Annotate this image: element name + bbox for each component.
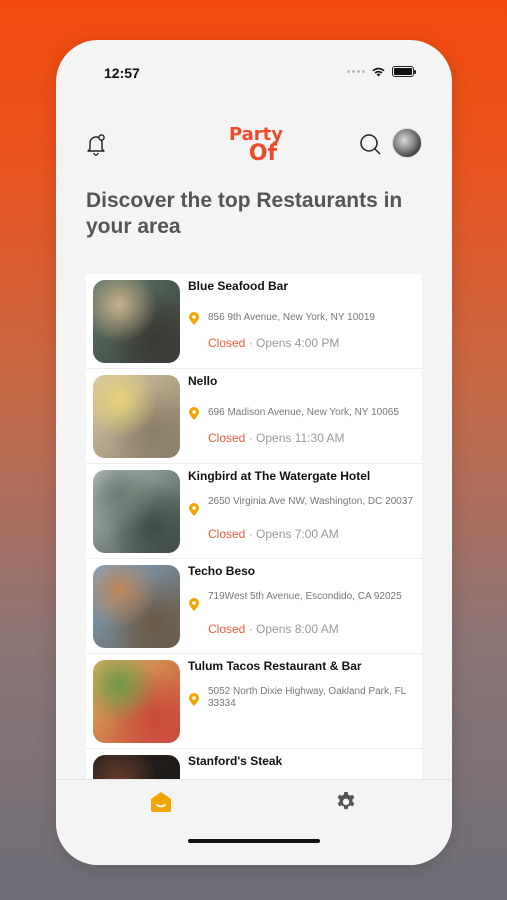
home-indicator — [188, 839, 320, 843]
restaurant-card[interactable]: Kingbird at The Watergate Hotel 2650 Virg… — [86, 464, 422, 559]
opening-hours: Closed · Opens 11:30 AM — [208, 431, 345, 445]
restaurant-photo — [93, 660, 180, 743]
status-closed: Closed — [208, 431, 246, 445]
logo-line-2: Of — [248, 141, 278, 166]
opening-hours: Closed · Opens 8:00 AM — [208, 622, 339, 636]
status-icons — [347, 66, 416, 77]
status-bar: 12:57 — [56, 62, 452, 84]
restaurant-name: Tulum Tacos Restaurant & Bar — [188, 659, 362, 673]
page-headline: Discover the top Restaurants in your are… — [86, 189, 403, 238]
battery-icon — [392, 66, 416, 77]
restaurant-address: 5052 North Dixie Highway, Oakland Park, … — [208, 686, 406, 709]
user-avatar[interactable] — [392, 128, 422, 158]
status-closed: Closed — [208, 336, 246, 350]
restaurant-name: Nello — [188, 374, 218, 388]
tab-bar — [56, 779, 452, 865]
wifi-icon — [372, 67, 385, 77]
opening-hours: Closed · Opens 4:00 PM — [208, 336, 339, 350]
opens-time: · Opens 8:00 AM — [248, 622, 339, 636]
app-header: Party Of — [56, 126, 452, 170]
restaurant-card[interactable]: Nello 696 Madison Avenue, New York, NY 10… — [86, 369, 422, 464]
opening-hours: Closed · Opens 7:00 AM — [208, 527, 339, 541]
restaurant-address: 856 9th Avenue, New York, NY 10019 — [208, 312, 375, 323]
status-closed: Closed — [208, 527, 246, 541]
status-closed: Closed — [208, 622, 246, 636]
restaurant-card[interactable]: Blue Seafood Bar 856 9th Avenue, New York… — [86, 274, 422, 369]
location-pin-icon — [189, 407, 199, 420]
restaurant-address: 2650 Virginia Ave NW, Washington, DC 200… — [208, 496, 413, 507]
restaurant-name: Blue Seafood Bar — [188, 279, 289, 293]
opens-time: · Opens 11:30 AM — [248, 431, 345, 445]
restaurant-card[interactable]: Tulum Tacos Restaurant & Bar 5052 North D… — [86, 654, 422, 749]
bell-icon[interactable] — [84, 132, 108, 156]
location-pin-icon — [189, 312, 199, 325]
opens-time: · Opens 7:00 AM — [248, 527, 339, 541]
signal-icon — [347, 70, 365, 73]
location-pin-icon — [189, 503, 199, 516]
phone-screen: 12:57 Party Of Discover the top Restaura — [56, 40, 452, 865]
restaurant-name: Kingbird at The Watergate Hotel — [188, 469, 371, 483]
restaurant-name: Techo Beso — [188, 564, 256, 578]
restaurant-address: 719West 5th Avenue, Escondido, CA 92025 — [208, 591, 402, 602]
location-pin-icon — [189, 693, 199, 706]
status-time: 12:57 — [104, 65, 140, 81]
search-icon[interactable] — [358, 132, 382, 156]
restaurant-list: Blue Seafood Bar 856 9th Avenue, New York… — [86, 274, 422, 779]
location-pin-icon — [189, 598, 199, 611]
restaurant-photo — [93, 755, 180, 779]
restaurant-photo — [93, 280, 180, 363]
home-icon[interactable] — [148, 790, 174, 814]
restaurant-name: Stanford's Steak — [188, 754, 283, 768]
restaurant-photo — [93, 470, 180, 553]
opens-time: · Opens 4:00 PM — [248, 336, 340, 350]
gear-icon[interactable] — [334, 790, 358, 814]
restaurant-photo — [93, 375, 180, 458]
restaurant-photo — [93, 565, 180, 648]
app-logo: Party Of — [226, 126, 286, 166]
restaurant-card[interactable]: Techo Beso 719West 5th Avenue, Escondido,… — [86, 559, 422, 654]
restaurant-address: 696 Madison Avenue, New York, NY 10065 — [208, 407, 399, 418]
restaurant-card[interactable]: Stanford's Steak — [86, 749, 422, 779]
